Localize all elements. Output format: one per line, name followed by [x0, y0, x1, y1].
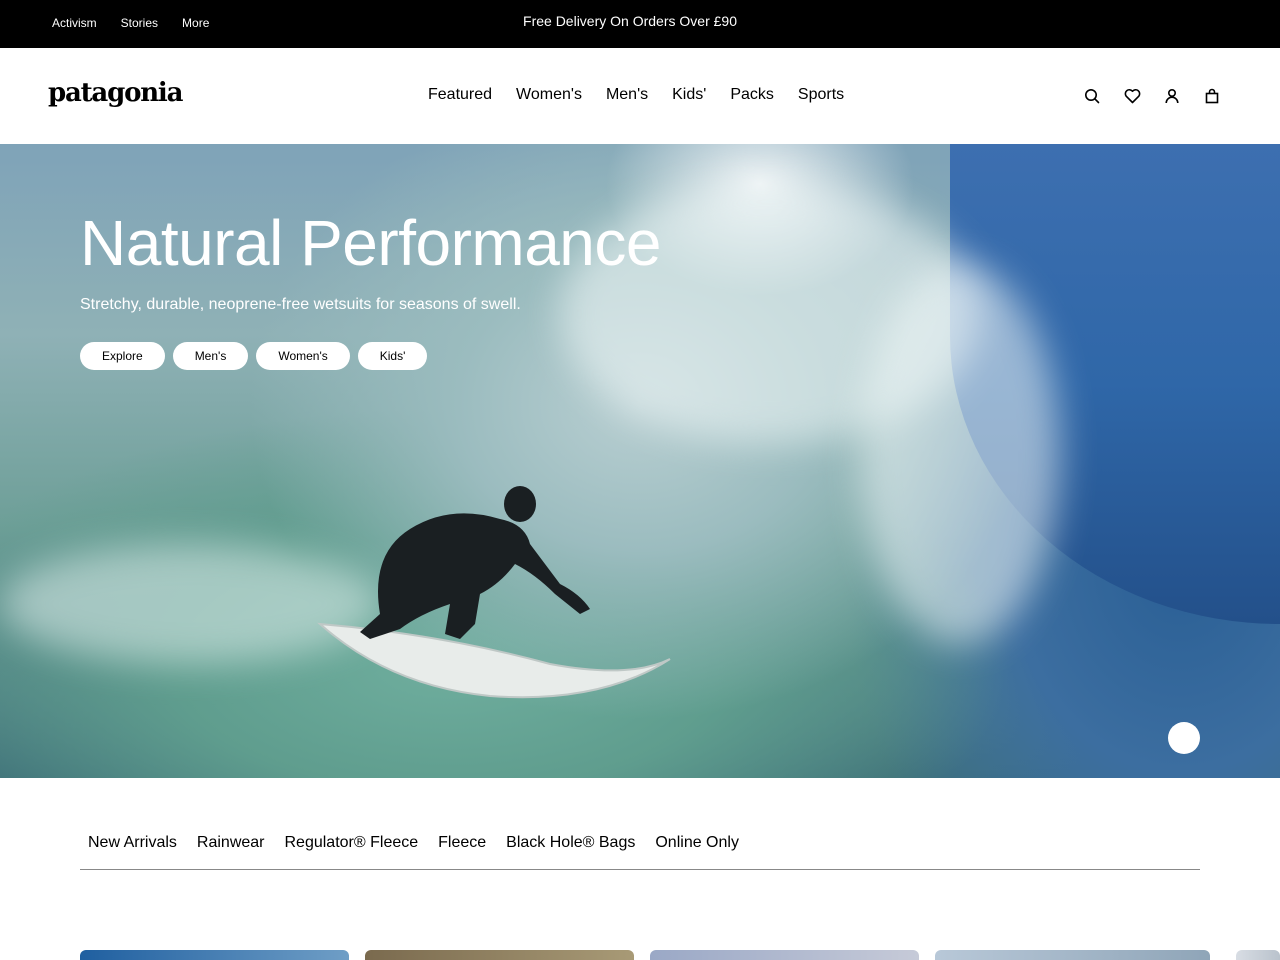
nav-item-packs[interactable]: Packs [730, 86, 774, 104]
explore-button[interactable]: Explore [80, 342, 165, 370]
mens-button[interactable]: Men's [172, 342, 249, 370]
surfer-image [317, 486, 671, 699]
header-icons [1082, 86, 1222, 106]
nav-item-womens[interactable]: Women's [516, 86, 582, 104]
nav-item-featured[interactable]: Featured [428, 86, 492, 104]
product-card[interactable] [650, 950, 919, 960]
hero-buttons: Explore Men's Women's Kids' [80, 342, 428, 370]
video-pause-button[interactable] [1168, 722, 1200, 754]
site-header: patagonia Featured Women's Men's Kids' P… [0, 48, 1280, 144]
wave-lip [860, 264, 1060, 644]
tab-rainwear[interactable]: Rainwear [197, 834, 265, 852]
nav-item-mens[interactable]: Men's [606, 86, 648, 104]
heart-icon[interactable] [1122, 86, 1142, 106]
product-card[interactable] [365, 950, 634, 960]
hero-subtitle: Stretchy, durable, neoprene-free wetsuit… [80, 296, 521, 313]
category-tabs: New Arrivals Rainwear Regulator® Fleece … [80, 834, 1200, 870]
hero-banner[interactable]: Natural Performance Stretchy, durable, n… [0, 144, 1280, 778]
nav-item-kids[interactable]: Kids' [672, 86, 706, 104]
account-icon[interactable] [1162, 86, 1182, 106]
product-card[interactable] [80, 950, 349, 960]
patagonia-logo[interactable]: patagonia [48, 78, 183, 108]
tab-regulator-fleece[interactable]: Regulator® Fleece [285, 834, 419, 852]
hero-title: Natural Performance [80, 207, 661, 279]
tab-black-hole-bags[interactable]: Black Hole® Bags [506, 834, 635, 852]
kids-button[interactable]: Kids' [357, 342, 428, 370]
tab-online-only[interactable]: Online Only [655, 834, 739, 852]
nav-item-sports[interactable]: Sports [798, 86, 844, 104]
promo-banner[interactable]: Free Delivery On Orders Over £90 [0, 13, 1260, 29]
tab-fleece[interactable]: Fleece [438, 834, 486, 852]
top-bar: Activism Stories More Free Delivery On O… [0, 0, 1280, 48]
product-card[interactable] [935, 950, 1210, 960]
search-icon[interactable] [1082, 86, 1102, 106]
product-card[interactable] [1236, 950, 1280, 960]
tab-new-arrivals[interactable]: New Arrivals [88, 834, 177, 852]
womens-button[interactable]: Women's [256, 342, 350, 370]
bag-icon[interactable] [1202, 86, 1222, 106]
main-nav: Featured Women's Men's Kids' Packs Sport… [428, 86, 844, 104]
